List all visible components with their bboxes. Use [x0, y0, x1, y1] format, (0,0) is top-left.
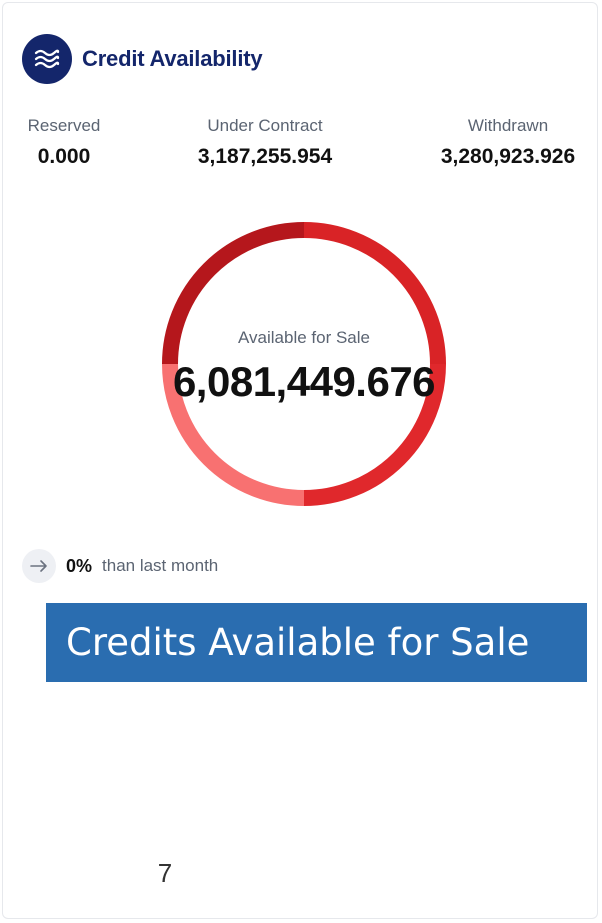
arrow-right-icon: [22, 549, 56, 583]
trend-text: than last month: [102, 556, 219, 575]
donut-center-value: 6,081,449.676: [172, 358, 436, 405]
donut-center-label: Available for Sale: [238, 328, 370, 347]
stat-reserved-value: 0.000: [37, 145, 91, 168]
trend-percent: 0%: [66, 555, 93, 576]
waves-icon: [22, 34, 72, 84]
trend-indicator: 0% than last month: [22, 549, 218, 583]
card-header: Credit Availability: [22, 34, 263, 84]
card-title: Credit Availability: [82, 46, 263, 71]
stat-reserved-label: Reserved: [27, 116, 101, 135]
stat-withdrawn-value: 3,280,923.926: [440, 145, 576, 168]
donut-chart: Available for Sale 6,081,449.676: [158, 218, 450, 510]
page-number: 7: [157, 858, 173, 888]
stat-under-contract-value: 3,187,255.954: [197, 145, 333, 168]
stat-under-contract-label: Under Contract: [207, 116, 323, 135]
stat-withdrawn: Withdrawn 3,280,923.926: [428, 116, 588, 169]
stat-reserved: Reserved 0.000: [22, 116, 106, 169]
caption-banner: Credits Available for Sale: [46, 603, 587, 682]
stat-withdrawn-label: Withdrawn: [467, 116, 549, 135]
stat-under-contract: Under Contract 3,187,255.954: [170, 116, 360, 169]
